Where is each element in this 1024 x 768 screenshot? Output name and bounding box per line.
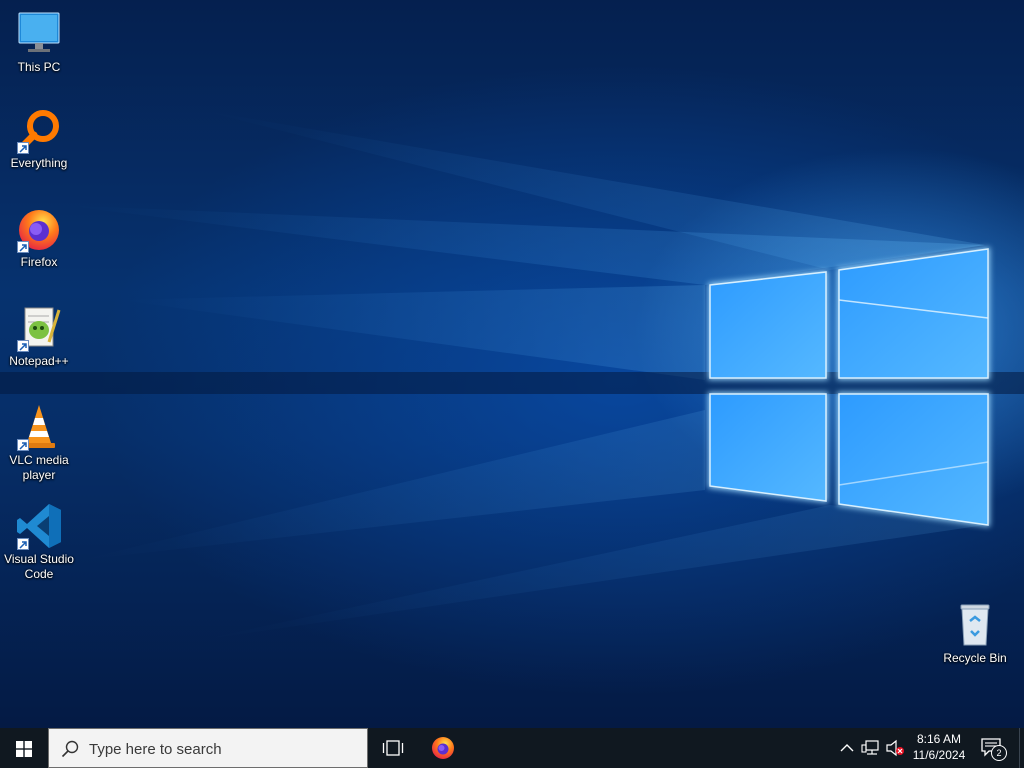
desktop-icon-label: Notepad++ <box>9 354 69 368</box>
show-desktop-button[interactable] <box>1019 728 1024 768</box>
desktop-icon-this-pc[interactable]: This PC <box>1 10 77 75</box>
clock-time: 8:16 AM <box>916 732 962 746</box>
windows-logo-icon <box>16 741 32 757</box>
clock[interactable]: 8:16 AM 11/6/2024 <box>908 731 970 765</box>
taskbar-firefox-button[interactable] <box>420 728 466 768</box>
taskbar: Type here to search 8:16 AM 11/6/2024 2 <box>0 728 1024 768</box>
desktop-icon-recycle-bin[interactable]: Recycle Bin <box>937 601 1013 666</box>
show-hidden-icons-button[interactable] <box>838 738 856 758</box>
desktop-icon-vlc[interactable]: VLC media player <box>1 403 77 483</box>
desktop-icon-label: Recycle Bin <box>943 651 1007 665</box>
volume-button[interactable] <box>884 738 906 758</box>
search-icon <box>61 740 79 758</box>
windows-wallpaper <box>0 110 1024 640</box>
start-button[interactable] <box>0 728 48 768</box>
shortcut-arrow-icon <box>17 538 29 550</box>
volume-muted-icon <box>886 739 904 757</box>
shortcut-arrow-icon <box>17 439 29 451</box>
shortcut-arrow-icon <box>17 241 29 253</box>
desktop-icon-label: Firefox <box>20 255 58 269</box>
recycle-bin-icon <box>951 601 999 649</box>
desktop-icon-label: Everything <box>10 156 68 170</box>
desktop-icon-notepad-plus-plus[interactable]: Notepad++ <box>1 304 77 369</box>
search-input[interactable]: Type here to search <box>48 728 368 768</box>
desktop-icon-label: VLC media player <box>9 453 69 482</box>
network-button[interactable] <box>860 738 882 758</box>
desktop[interactable]: This PC Everything Firefox Notepad++ VLC… <box>0 0 1024 728</box>
task-view-icon <box>382 740 404 756</box>
chevron-up-icon <box>840 744 854 752</box>
desktop-icon-firefox[interactable]: Firefox <box>1 205 77 270</box>
monitor-icon <box>15 10 63 58</box>
notepad-plus-plus-icon <box>15 304 63 352</box>
notification-count-badge: 2 <box>991 745 1007 761</box>
everything-icon <box>15 106 63 154</box>
network-icon <box>861 740 879 755</box>
desktop-icon-everything[interactable]: Everything <box>1 106 77 171</box>
shortcut-arrow-icon <box>17 340 29 352</box>
action-center-button[interactable]: 2 <box>978 734 1007 762</box>
vscode-icon <box>15 502 63 550</box>
clock-date: 11/6/2024 <box>912 748 966 762</box>
firefox-icon <box>15 205 63 253</box>
desktop-icon-label: This PC <box>17 60 61 74</box>
vlc-icon <box>15 403 63 451</box>
firefox-icon <box>432 737 454 759</box>
shortcut-arrow-icon <box>17 142 29 154</box>
task-view-button[interactable] <box>372 728 412 768</box>
desktop-icon-label: Visual Studio Code <box>4 552 74 581</box>
desktop-icon-vscode[interactable]: Visual Studio Code <box>1 502 77 582</box>
search-placeholder: Type here to search <box>89 741 222 758</box>
